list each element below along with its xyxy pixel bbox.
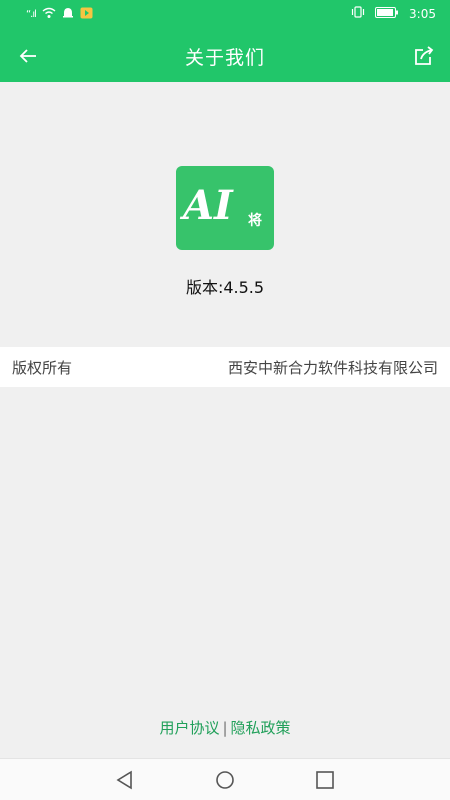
- logo-sub: 将: [248, 213, 262, 229]
- square-recent-icon: [316, 771, 334, 789]
- version-text: 版本:4.5.5: [185, 278, 265, 297]
- page-title: 关于我们: [184, 47, 265, 69]
- media-icon: [80, 7, 93, 22]
- triangle-back-icon: [116, 770, 132, 790]
- copyright-row: 版权所有 西安中新合力软件科技有限公司: [0, 347, 450, 387]
- app-bar: 关于我们: [0, 30, 450, 82]
- status-left: “.ıl: [26, 7, 93, 22]
- footer-links: 用户协议 | 隐私政策: [0, 717, 450, 738]
- nav-back-button[interactable]: [114, 769, 136, 795]
- notification-icon: [62, 7, 74, 22]
- status-time: 3:05: [409, 6, 436, 21]
- link-separator: |: [222, 719, 228, 737]
- app-logo: AI 将: [176, 166, 274, 250]
- system-nav-bar: [0, 758, 450, 800]
- nav-recent-button[interactable]: [314, 769, 336, 795]
- circle-home-icon: [216, 771, 234, 789]
- status-bar: “.ıl 3:05: [0, 0, 450, 30]
- privacy-policy-link[interactable]: 隐私政策: [231, 719, 291, 737]
- wifi-icon: [42, 7, 56, 22]
- battery-icon: [375, 6, 399, 21]
- user-agreement-link[interactable]: 用户协议: [159, 719, 219, 737]
- vibrate-icon: [351, 6, 365, 21]
- share-button[interactable]: [410, 42, 438, 70]
- copyright-value: 西安中新合力软件科技有限公司: [227, 358, 438, 377]
- share-icon: [415, 46, 434, 65]
- copyright-label: 版权所有: [12, 358, 73, 377]
- status-right: 3:05: [351, 6, 436, 21]
- signal-icon: “.ıl: [26, 9, 37, 20]
- nav-home-button[interactable]: [214, 769, 236, 795]
- logo-text: AI: [183, 182, 233, 229]
